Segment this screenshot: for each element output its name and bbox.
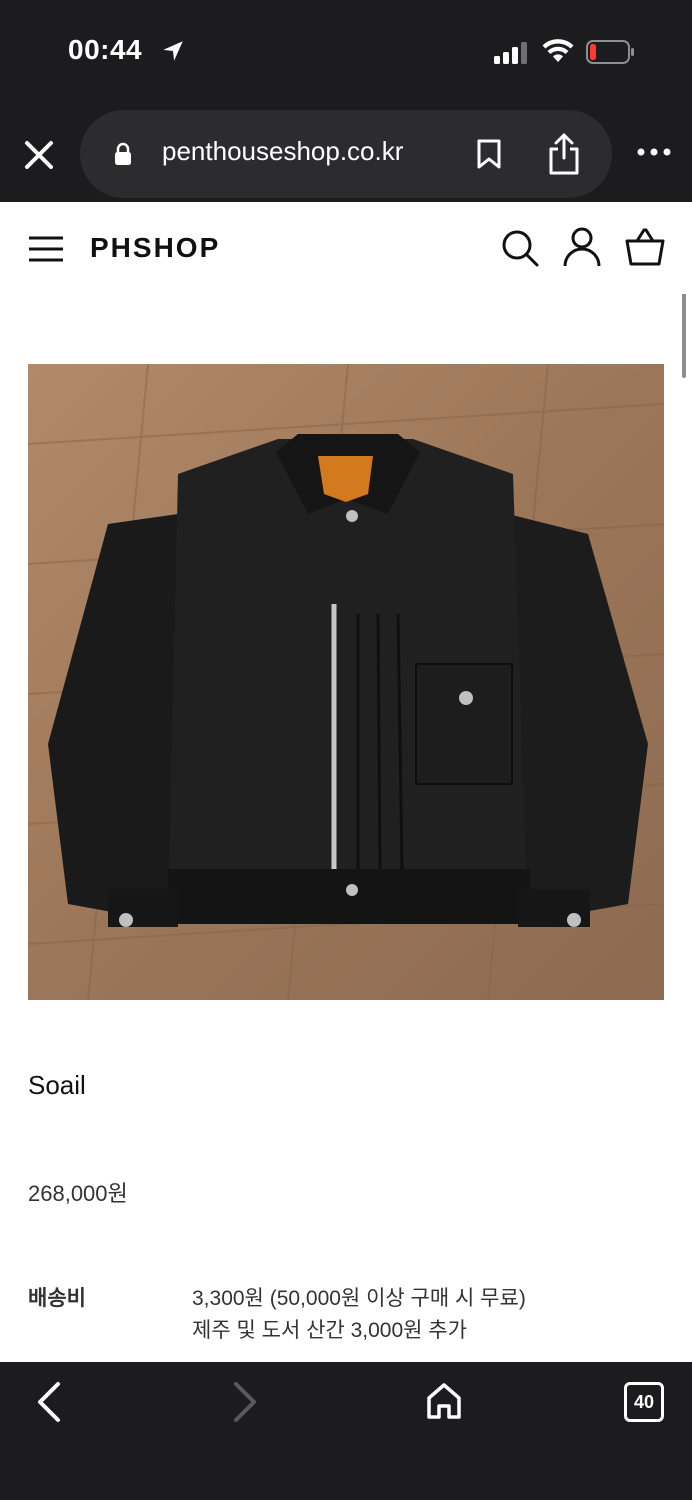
search-icon[interactable] <box>500 228 540 268</box>
bookmark-icon[interactable] <box>476 138 502 170</box>
url-text: penthouseshop.co.kr <box>162 136 404 166</box>
wifi-icon <box>542 39 574 62</box>
signal-icon <box>494 42 527 64</box>
product-name: Soail <box>28 1070 86 1100</box>
location-arrow-icon <box>163 41 183 61</box>
close-icon[interactable] <box>20 136 58 174</box>
shopping-basket-icon[interactable] <box>624 226 666 268</box>
shipping-extra-text: 제주 및 도서 산간 3,000원 추가 <box>192 1319 467 1342</box>
site-header: PHSHOP <box>0 202 692 294</box>
browser-bottom-bar: 40 <box>0 1362 692 1500</box>
site-logo[interactable]: PHSHOP <box>90 232 220 264</box>
home-icon[interactable] <box>426 1382 462 1420</box>
more-options-icon[interactable] <box>636 142 672 162</box>
battery-low-icon <box>586 40 634 64</box>
forward-chevron-icon[interactable] <box>230 1380 260 1424</box>
jacket-photo <box>28 364 664 1000</box>
tabs-count-button[interactable]: 40 <box>624 1382 664 1422</box>
menu-icon[interactable] <box>28 236 64 262</box>
product-price: 268,000원 <box>28 1181 128 1206</box>
back-chevron-icon[interactable] <box>34 1380 64 1424</box>
share-icon[interactable] <box>546 132 582 176</box>
user-icon[interactable] <box>562 226 602 268</box>
address-bar[interactable]: penthouseshop.co.kr <box>80 110 612 198</box>
browser-toolbar: penthouseshop.co.kr <box>0 102 692 202</box>
status-bar: 00:44 <box>0 0 692 102</box>
lock-icon <box>115 142 131 165</box>
shipping-label: 배송비 <box>28 1287 86 1310</box>
product-image[interactable] <box>28 364 664 1000</box>
shipping-fee-text: 3,300원 (50,000원 이상 구매 시 무료) <box>192 1287 526 1310</box>
status-time: 00:44 <box>68 34 143 65</box>
